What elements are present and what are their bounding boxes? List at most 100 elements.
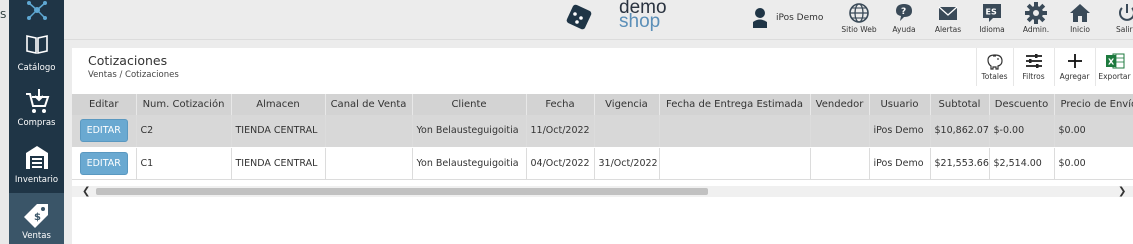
- table-cell: 11/Oct/2022: [526, 115, 595, 148]
- breadcrumb: Ventas / Cotizaciones: [88, 70, 179, 80]
- header-icon-label: Sitio Web: [841, 25, 877, 34]
- column-header[interactable]: Descuento: [989, 94, 1055, 115]
- table-cell: EDITAR: [72, 115, 137, 148]
- header-alertas[interactable]: Alertas: [926, 0, 970, 34]
- user-icon: [753, 8, 767, 28]
- column-header[interactable]: Fecha: [526, 94, 595, 115]
- column-header[interactable]: Almacen: [231, 94, 326, 115]
- table-cell: TIENDA CENTRAL: [231, 115, 326, 148]
- language-badge: ES: [986, 8, 997, 17]
- page-title: Cotizaciones: [88, 53, 168, 68]
- gear-icon: [1025, 2, 1047, 24]
- globe-icon: [849, 3, 869, 23]
- table-cell: C1: [136, 147, 232, 180]
- column-header[interactable]: Editar: [72, 94, 137, 115]
- column-header[interactable]: Subtotal: [930, 94, 990, 115]
- header-icon-label: Admin.: [1022, 25, 1050, 34]
- table-cell: $-0.00: [989, 115, 1055, 148]
- agregar-button[interactable]: Agregar: [1054, 48, 1094, 86]
- table-cell: $2,514.00: [989, 147, 1055, 180]
- top-header: demo shop iPos Demo Sitio Web ? Ayuda Al…: [64, 0, 1133, 40]
- warehouse-icon: [25, 146, 48, 169]
- header-icon-label: Idioma: [979, 25, 1005, 34]
- table-cell: [325, 147, 413, 180]
- table-cell: TIENDA CENTRAL: [231, 147, 326, 180]
- sidebar-item-catalogo[interactable]: Catálogo: [9, 32, 64, 80]
- svg-text:$: $: [34, 212, 41, 223]
- user-menu[interactable]: iPos Demo: [752, 4, 823, 32]
- header-idioma[interactable]: ES Idioma: [970, 0, 1014, 34]
- column-header[interactable]: Num. Cotización: [136, 94, 232, 115]
- scrollbar-thumb[interactable]: [96, 188, 708, 195]
- edit-button[interactable]: EDITAR: [79, 151, 128, 175]
- edge-strip: S: [0, 0, 9, 244]
- column-header[interactable]: Precio de Envío: [1054, 94, 1133, 115]
- language-icon: ES: [983, 4, 1001, 22]
- table-cell: [659, 115, 811, 148]
- table-cell: 31/Oct/2022: [594, 147, 660, 180]
- network-icon[interactable]: [9, 0, 64, 24]
- header-icon-label: Ayuda: [892, 25, 916, 34]
- toolbar-label: Filtros: [1022, 72, 1045, 81]
- header-admin[interactable]: Admin.: [1014, 0, 1058, 34]
- table-cell: Yon Belausteguigoitia: [412, 115, 527, 148]
- table-cell: Yon Belausteguigoitia: [412, 147, 527, 180]
- svg-text:?: ?: [901, 7, 906, 17]
- exportar-button[interactable]: X Exportar: [1095, 48, 1133, 86]
- sidebar-item-label: Ventas: [22, 231, 51, 241]
- table-cell: EDITAR: [72, 147, 137, 180]
- header-icon-label: Salir: [1116, 25, 1133, 34]
- sidebar-item-compras[interactable]: Compras: [9, 88, 64, 136]
- cart-icon: [25, 89, 49, 113]
- column-header[interactable]: Cliente: [412, 94, 527, 115]
- power-icon: [1119, 4, 1133, 21]
- edge-letter: S: [0, 10, 7, 21]
- header-salir[interactable]: Salir: [1102, 0, 1133, 34]
- header-icon-label: Alertas: [934, 25, 962, 34]
- table-cell: [810, 115, 870, 148]
- user-name: iPos Demo: [776, 13, 824, 23]
- sidebar-item-label: Catálogo: [17, 63, 56, 73]
- column-header[interactable]: Canal de Venta: [325, 94, 413, 115]
- toolbar-label: Totales: [981, 72, 1008, 81]
- help-icon: ?: [896, 4, 912, 21]
- table-header-row: Editar Num. Cotización Almacen Canal de …: [72, 94, 1133, 115]
- table-cell: $10,862.07: [930, 115, 990, 148]
- header-inicio[interactable]: Inicio: [1058, 0, 1102, 34]
- sidebar-item-inventario[interactable]: Inventario: [9, 143, 64, 193]
- home-icon: [1070, 4, 1090, 22]
- table-cell: [810, 147, 870, 180]
- table-cell: iPos Demo: [869, 147, 931, 180]
- svg-text:X: X: [1108, 58, 1115, 67]
- book-icon: [25, 35, 48, 54]
- filtros-button[interactable]: Filtros: [1013, 48, 1053, 86]
- scroll-right-icon[interactable]: ❯: [1118, 186, 1126, 197]
- scroll-left-icon[interactable]: ❮: [82, 186, 90, 197]
- column-header[interactable]: Fecha de Entrega Estimada: [659, 94, 811, 115]
- content-panel: Cotizaciones Ventas / Cotizaciones Total…: [72, 48, 1133, 244]
- totales-button[interactable]: Totales: [976, 48, 1012, 86]
- table-cell: C2: [136, 115, 232, 148]
- sliders-icon: [1025, 54, 1042, 68]
- column-header[interactable]: Usuario: [869, 94, 931, 115]
- header-icon-label: Inicio: [1070, 25, 1090, 34]
- toolbar-label: Agregar: [1059, 72, 1090, 81]
- sidebar-item-ventas[interactable]: $ Ventas: [9, 193, 64, 244]
- excel-icon: X: [1105, 53, 1124, 69]
- title-area: Cotizaciones Ventas / Cotizaciones Total…: [72, 48, 1133, 88]
- table-cell: $0.00: [1054, 147, 1133, 180]
- table-row: EDITAR C1 TIENDA CENTRAL Yon Belaustegui…: [72, 147, 1133, 180]
- table-cell: [325, 115, 413, 148]
- horizontal-scrollbar[interactable]: ❮ ❯: [72, 186, 1133, 197]
- header-sitio-web[interactable]: Sitio Web: [837, 0, 881, 34]
- edit-button[interactable]: EDITAR: [79, 119, 128, 143]
- header-ayuda[interactable]: ? Ayuda: [882, 0, 926, 34]
- column-header[interactable]: Vigencia: [594, 94, 660, 115]
- sidebar-item-label: Compras: [17, 118, 56, 128]
- dice-logo-icon: [566, 4, 592, 30]
- column-header[interactable]: Vendedor: [810, 94, 870, 115]
- logo-text-shop: shop: [619, 11, 661, 32]
- table-cell: [594, 115, 660, 148]
- table-row: EDITAR C2 TIENDA CENTRAL Yon Belaustegui…: [72, 115, 1133, 148]
- table-cell: iPos Demo: [869, 115, 931, 148]
